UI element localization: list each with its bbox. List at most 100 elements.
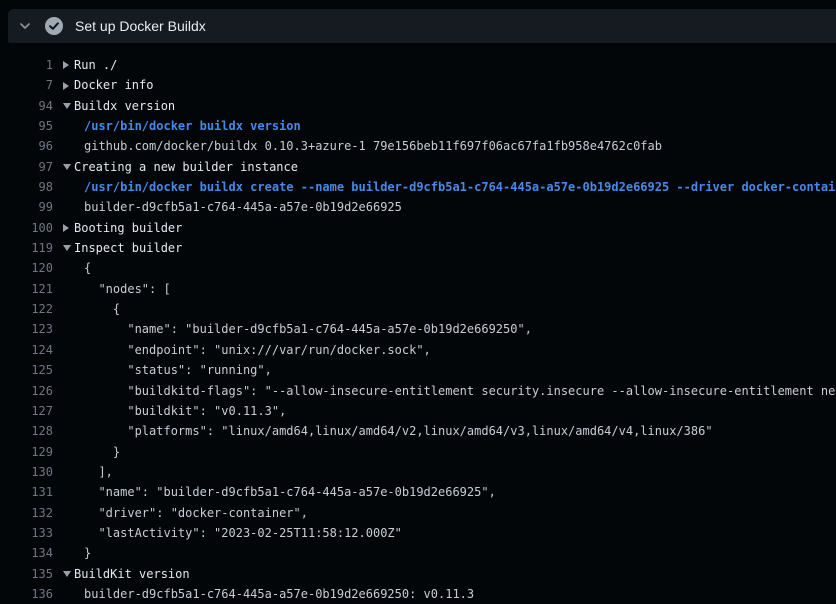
log-line: 131 "name": "builder-d9cfb5a1-c764-445a-… <box>0 482 836 502</box>
line-number-link[interactable]: 99 <box>0 197 53 217</box>
log-line: 122 { <box>0 299 836 319</box>
log-line: 120 { <box>0 258 836 278</box>
log-line: 132 "driver": "docker-container", <box>0 503 836 523</box>
line-number-link[interactable]: 126 <box>0 381 53 401</box>
line-number-link[interactable]: 121 <box>0 279 53 299</box>
line-number-link[interactable]: 122 <box>0 299 53 319</box>
log-text: ], <box>84 462 113 482</box>
log-line: 133 "lastActivity": "2023-02-25T11:58:12… <box>0 523 836 543</box>
log-text: "lastActivity": "2023-02-25T11:58:12.000… <box>84 523 402 543</box>
log-text: "platforms": "linux/amd64,linux/amd64/v2… <box>84 421 713 441</box>
group-title: BuildKit version <box>74 564 190 584</box>
triangle-glyph <box>63 82 69 90</box>
line-number-link[interactable]: 95 <box>0 116 53 136</box>
line-number-link[interactable]: 96 <box>0 136 53 156</box>
log-text: "status": "running", <box>84 360 272 380</box>
triangle-glyph <box>63 61 69 69</box>
log-group-row[interactable]: 7 Docker info <box>0 75 836 95</box>
log-line: 124 "endpoint": "unix:///var/run/docker.… <box>0 340 836 360</box>
log-text: { <box>84 258 91 278</box>
triangle-right-icon[interactable] <box>63 224 74 232</box>
triangle-right-icon[interactable] <box>63 61 74 69</box>
log-line: 128 "platforms": "linux/amd64,linux/amd6… <box>0 421 836 441</box>
log-group-row[interactable]: 135 BuildKit version <box>0 564 836 584</box>
line-number-link[interactable]: 135 <box>0 564 53 584</box>
line-number-link[interactable]: 132 <box>0 503 53 523</box>
log-group-row[interactable]: 119 Inspect builder <box>0 238 836 258</box>
log-group-row[interactable]: 100 Booting builder <box>0 218 836 238</box>
command-text: /usr/bin/docker buildx version <box>84 116 301 136</box>
line-number-link[interactable]: 124 <box>0 340 53 360</box>
step-title: Set up Docker Buildx <box>75 18 206 34</box>
group-title: Inspect builder <box>74 238 182 258</box>
line-number-link[interactable]: 7 <box>0 75 53 95</box>
log-text: } <box>84 543 91 563</box>
log-text: builder-d9cfb5a1-c764-445a-a57e-0b19d2e6… <box>84 584 474 604</box>
triangle-glyph <box>63 103 71 109</box>
line-number-link[interactable]: 100 <box>0 218 53 238</box>
log-line: 134} <box>0 543 836 563</box>
triangle-down-icon[interactable] <box>63 103 74 109</box>
triangle-glyph <box>63 164 71 170</box>
check-circle-icon <box>45 17 63 35</box>
log-group-row[interactable]: 97 Creating a new builder instance <box>0 157 836 177</box>
log-line: 129 } <box>0 442 836 462</box>
line-number-link[interactable]: 133 <box>0 523 53 543</box>
triangle-right-icon[interactable] <box>63 82 74 90</box>
line-number-link[interactable]: 128 <box>0 421 53 441</box>
log-text: "name": "builder-d9cfb5a1-c764-445a-a57e… <box>84 319 532 339</box>
line-number-link[interactable]: 97 <box>0 157 53 177</box>
group-title: Booting builder <box>74 218 182 238</box>
log-text: "buildkit": "v0.11.3", <box>84 401 286 421</box>
log-container: 1Run ./7Docker info94Buildx version95/us… <box>0 43 836 604</box>
line-number-link[interactable]: 123 <box>0 319 53 339</box>
log-text: "nodes": [ <box>84 279 171 299</box>
triangle-down-icon[interactable] <box>63 245 74 251</box>
log-text: { <box>84 299 120 319</box>
log-line: 136 builder-d9cfb5a1-c764-445a-a57e-0b19d… <box>0 584 836 604</box>
group-title: Creating a new builder instance <box>74 157 298 177</box>
triangle-glyph <box>63 571 71 577</box>
line-number-link[interactable]: 136 <box>0 584 53 604</box>
log-line: 125 "status": "running", <box>0 360 836 380</box>
chevron-down-icon[interactable] <box>18 19 32 33</box>
line-number-link[interactable]: 129 <box>0 442 53 462</box>
line-number-link[interactable]: 98 <box>0 177 53 197</box>
log-text: "endpoint": "unix:///var/run/docker.sock… <box>84 340 431 360</box>
log-line: 121 "nodes": [ <box>0 279 836 299</box>
log-line: 96 github.com/docker/buildx 0.10.3+azure-… <box>0 136 836 156</box>
line-number-link[interactable]: 131 <box>0 482 53 502</box>
log-text: "buildkitd-flags": "--allow-insecure-ent… <box>84 381 836 401</box>
log-line: 95/usr/bin/docker buildx version <box>0 116 836 136</box>
triangle-down-icon[interactable] <box>63 164 74 170</box>
line-number-link[interactable]: 120 <box>0 258 53 278</box>
triangle-glyph <box>63 224 69 232</box>
group-title: Docker info <box>74 75 153 95</box>
log-text: "driver": "docker-container", <box>84 503 308 523</box>
log-line: 126 "buildkitd-flags": "--allow-insecure… <box>0 381 836 401</box>
log-text: github.com/docker/buildx 0.10.3+azure-1 … <box>84 136 662 156</box>
log-text: } <box>84 442 120 462</box>
triangle-glyph <box>63 245 71 251</box>
log-text: "name": "builder-d9cfb5a1-c764-445a-a57e… <box>84 482 496 502</box>
log-line: 123 "name": "builder-d9cfb5a1-c764-445a-… <box>0 319 836 339</box>
log-group-row[interactable]: 94 Buildx version <box>0 96 836 116</box>
log-line: 127 "buildkit": "v0.11.3", <box>0 401 836 421</box>
triangle-down-icon[interactable] <box>63 571 74 577</box>
line-number-link[interactable]: 119 <box>0 238 53 258</box>
line-number-link[interactable]: 134 <box>0 543 53 563</box>
line-number-link[interactable]: 127 <box>0 401 53 421</box>
group-title: Buildx version <box>74 96 175 116</box>
line-number-link[interactable]: 130 <box>0 462 53 482</box>
command-text: /usr/bin/docker buildx create --name bui… <box>84 177 836 197</box>
line-number-link[interactable]: 125 <box>0 360 53 380</box>
step-header[interactable]: Set up Docker Buildx <box>8 9 836 43</box>
log-line: 98/usr/bin/docker buildx create --name b… <box>0 177 836 197</box>
line-number-link[interactable]: 94 <box>0 96 53 116</box>
group-title: Run ./ <box>74 55 117 75</box>
log-line: 99 builder-d9cfb5a1-c764-445a-a57e-0b19d2… <box>0 197 836 217</box>
line-number-link[interactable]: 1 <box>0 55 53 75</box>
log-text: builder-d9cfb5a1-c764-445a-a57e-0b19d2e6… <box>84 197 402 217</box>
log-group-row[interactable]: 1 Run ./ <box>0 55 836 75</box>
log-line: 130 ], <box>0 462 836 482</box>
